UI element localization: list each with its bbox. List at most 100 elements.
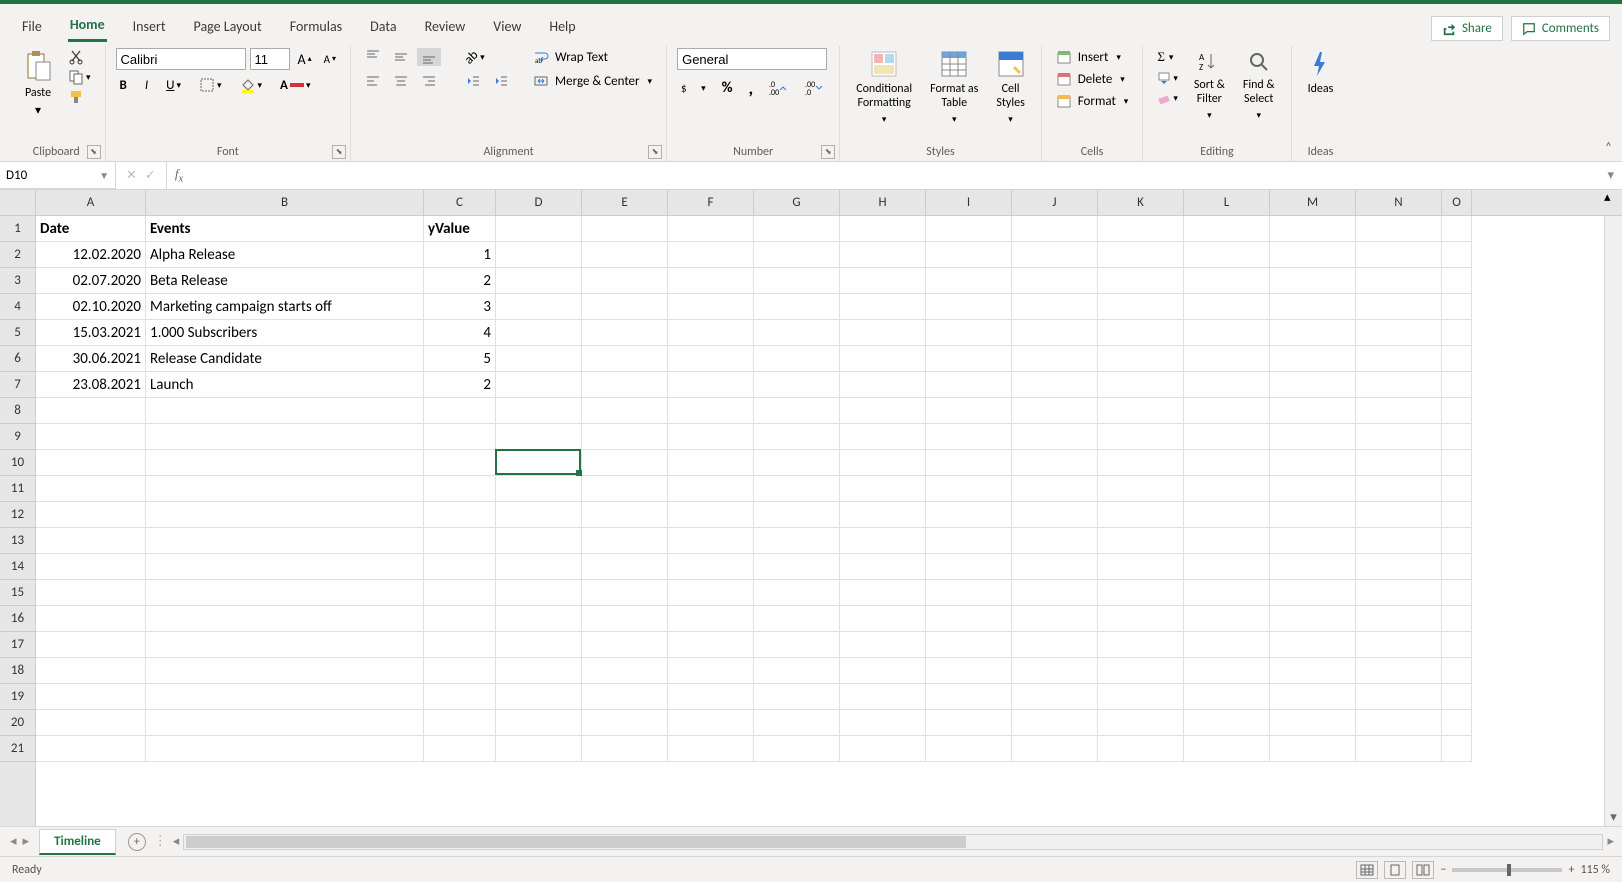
cell-E17[interactable] [582, 632, 668, 658]
align-right-button[interactable] [417, 72, 441, 90]
bold-button[interactable]: B [116, 77, 131, 94]
row-header-4[interactable]: 4 [0, 294, 35, 320]
cell-J10[interactable] [1012, 450, 1098, 476]
cell-I21[interactable] [926, 736, 1012, 762]
cell-N9[interactable] [1356, 424, 1442, 450]
collapse-ribbon-button[interactable]: ˄ [1605, 140, 1612, 155]
cell-J6[interactable] [1012, 346, 1098, 372]
cell-G14[interactable] [754, 554, 840, 580]
cell-E7[interactable] [582, 372, 668, 398]
cell-F4[interactable] [668, 294, 754, 320]
zoom-out-button[interactable]: − [1440, 863, 1446, 877]
row-header-6[interactable]: 6 [0, 346, 35, 372]
cell-B4[interactable]: Marketing campaign starts off [146, 294, 424, 320]
cell-O1[interactable] [1442, 216, 1472, 242]
clipboard-launcher[interactable]: ⬊ [87, 145, 101, 159]
cell-L4[interactable] [1184, 294, 1270, 320]
cell-E21[interactable] [582, 736, 668, 762]
autosum-button[interactable]: Σ▾ [1153, 48, 1182, 66]
col-header-L[interactable]: L [1184, 190, 1270, 215]
cell-C7[interactable]: 2 [424, 372, 496, 398]
cell-A21[interactable] [36, 736, 146, 762]
cell-J20[interactable] [1012, 710, 1098, 736]
cell-A12[interactable] [36, 502, 146, 528]
tab-review[interactable]: Review [423, 14, 468, 41]
cell-G3[interactable] [754, 268, 840, 294]
orientation-button[interactable]: ab▾ [461, 48, 489, 66]
cell-A15[interactable] [36, 580, 146, 606]
cell-J19[interactable] [1012, 684, 1098, 710]
cell-I11[interactable] [926, 476, 1012, 502]
cell-E12[interactable] [582, 502, 668, 528]
cell-D12[interactable] [496, 502, 582, 528]
cell-G8[interactable] [754, 398, 840, 424]
fx-icon[interactable]: fx [167, 166, 191, 185]
cell-K14[interactable] [1098, 554, 1184, 580]
copy-button[interactable]: ▾ [64, 68, 95, 86]
cell-F19[interactable] [668, 684, 754, 710]
cell-O2[interactable] [1442, 242, 1472, 268]
row-header-12[interactable]: 12 [0, 502, 35, 528]
cell-I16[interactable] [926, 606, 1012, 632]
cell-G20[interactable] [754, 710, 840, 736]
sheet-nav-prev[interactable]: ◂ [10, 834, 17, 849]
cell-J21[interactable] [1012, 736, 1098, 762]
cell-M7[interactable] [1270, 372, 1356, 398]
align-center-button[interactable] [389, 72, 413, 90]
cell-M9[interactable] [1270, 424, 1356, 450]
cell-H15[interactable] [840, 580, 926, 606]
col-header-E[interactable]: E [582, 190, 668, 215]
cell-D5[interactable] [496, 320, 582, 346]
cell-F8[interactable] [668, 398, 754, 424]
cell-C14[interactable] [424, 554, 496, 580]
cell-K6[interactable] [1098, 346, 1184, 372]
insert-cells-button[interactable]: Insert▾ [1052, 48, 1133, 66]
cell-H21[interactable] [840, 736, 926, 762]
cell-I8[interactable] [926, 398, 1012, 424]
col-header-B[interactable]: B [146, 190, 424, 215]
expand-formula-button[interactable]: ▾ [1599, 168, 1622, 183]
cell-O19[interactable] [1442, 684, 1472, 710]
underline-button[interactable]: U▾ [162, 77, 185, 94]
cell-A19[interactable] [36, 684, 146, 710]
row-header-16[interactable]: 16 [0, 606, 35, 632]
cell-B13[interactable] [146, 528, 424, 554]
cell-L21[interactable] [1184, 736, 1270, 762]
cell-B5[interactable]: 1.000 Subscribers [146, 320, 424, 346]
cell-L13[interactable] [1184, 528, 1270, 554]
cell-E18[interactable] [582, 658, 668, 684]
cell-C21[interactable] [424, 736, 496, 762]
font-launcher[interactable]: ⬊ [332, 145, 346, 159]
select-all-corner[interactable] [0, 190, 36, 216]
cell-K1[interactable] [1098, 216, 1184, 242]
cell-A20[interactable] [36, 710, 146, 736]
cell-N7[interactable] [1356, 372, 1442, 398]
merge-center-button[interactable]: Merge & Center▾ [529, 72, 656, 90]
cell-D7[interactable] [496, 372, 582, 398]
cell-O18[interactable] [1442, 658, 1472, 684]
cell-I15[interactable] [926, 580, 1012, 606]
sheet-nav-next[interactable]: ▸ [23, 834, 30, 849]
cell-B7[interactable]: Launch [146, 372, 424, 398]
cell-N18[interactable] [1356, 658, 1442, 684]
cell-A8[interactable] [36, 398, 146, 424]
cell-K13[interactable] [1098, 528, 1184, 554]
cell-G17[interactable] [754, 632, 840, 658]
cell-G2[interactable] [754, 242, 840, 268]
cell-A7[interactable]: 23.08.2021 [36, 372, 146, 398]
col-header-C[interactable]: C [424, 190, 496, 215]
cell-L2[interactable] [1184, 242, 1270, 268]
cell-L8[interactable] [1184, 398, 1270, 424]
cell-G10[interactable] [754, 450, 840, 476]
cell-H3[interactable] [840, 268, 926, 294]
cell-I9[interactable] [926, 424, 1012, 450]
cell-A18[interactable] [36, 658, 146, 684]
cell-F5[interactable] [668, 320, 754, 346]
col-header-A[interactable]: A [36, 190, 146, 215]
cell-L9[interactable] [1184, 424, 1270, 450]
cell-F7[interactable] [668, 372, 754, 398]
align-bottom-button[interactable] [417, 48, 441, 66]
cell-F16[interactable] [668, 606, 754, 632]
cell-G15[interactable] [754, 580, 840, 606]
fill-button[interactable]: ▾ [1153, 70, 1182, 86]
